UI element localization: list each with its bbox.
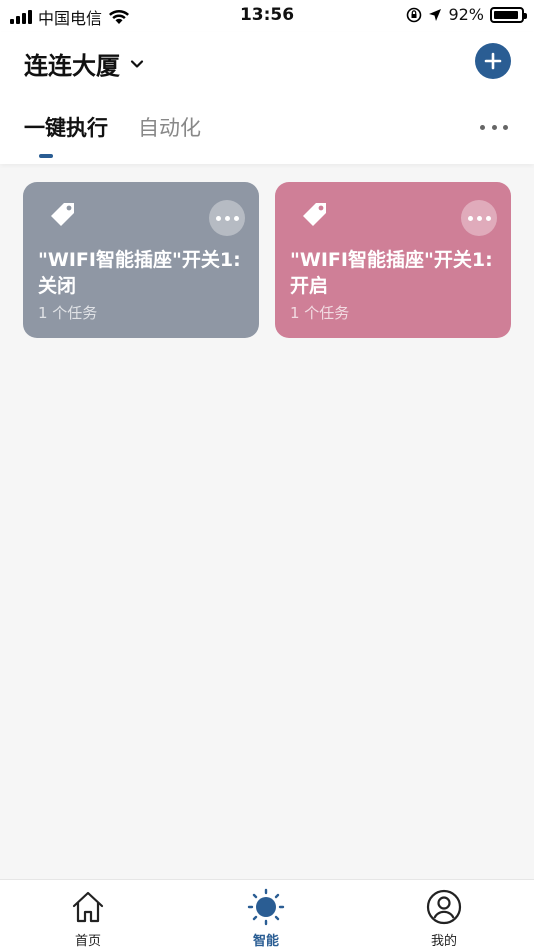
scene-more-button[interactable] [209, 200, 245, 236]
tag-icon [303, 203, 326, 226]
battery-percent: 92% [448, 5, 484, 24]
nav-label-profile: 我的 [430, 934, 457, 949]
header: 连连大厦 一键执行 自动化 [0, 32, 534, 164]
tag-icon [51, 203, 74, 226]
battery-icon [490, 6, 527, 23]
nav-label-smart: 智能 [252, 934, 279, 949]
tab-indicator [39, 154, 53, 158]
battery-fill [494, 10, 518, 19]
nav-label-home: 首页 [74, 934, 101, 949]
scene-task-count: 1 个任务 [38, 304, 98, 322]
add-button[interactable] [475, 43, 511, 79]
scene-name: "WIFI智能插座"开关1:关闭 [38, 249, 241, 297]
tab-automation[interactable]: 自动化 [138, 112, 201, 142]
status-bar: 中国电信 13:56 92% [0, 0, 534, 32]
orientation-lock-icon [407, 7, 422, 22]
nav-item-home[interactable]: 首页 [48, 888, 128, 949]
scene-name: "WIFI智能插座"开关1:开启 [290, 249, 493, 297]
home-icon [72, 891, 104, 923]
more-horizontal-icon[interactable] [480, 122, 508, 132]
scene-task-count: 1 个任务 [290, 304, 350, 322]
bottom-nav: 首页 智能 我的 [0, 879, 534, 950]
sun-icon [247, 888, 285, 926]
chevron-down-icon [130, 59, 144, 68]
scene-card[interactable]: "WIFI智能插座"开关1:开启 1 个任务 [275, 182, 511, 338]
nav-item-profile[interactable]: 我的 [404, 888, 484, 949]
home-selector[interactable]: 连连大厦 [24, 46, 144, 81]
scene-list: "WIFI智能插座"开关1:关闭 1 个任务 "WIFI智能插座"开关1:开启 … [23, 182, 511, 338]
profile-icon [426, 889, 462, 925]
location-icon [429, 8, 442, 21]
tab-bar: 一键执行 自动化 [24, 112, 201, 142]
tab-one-click[interactable]: 一键执行 [24, 112, 108, 142]
home-name: 连连大厦 [24, 52, 120, 80]
status-right: 92% [406, 5, 527, 24]
nav-item-smart[interactable]: 智能 [226, 888, 306, 949]
plus-icon [484, 52, 502, 70]
scene-card[interactable]: "WIFI智能插座"开关1:关闭 1 个任务 [23, 182, 259, 338]
scene-more-button[interactable] [461, 200, 497, 236]
